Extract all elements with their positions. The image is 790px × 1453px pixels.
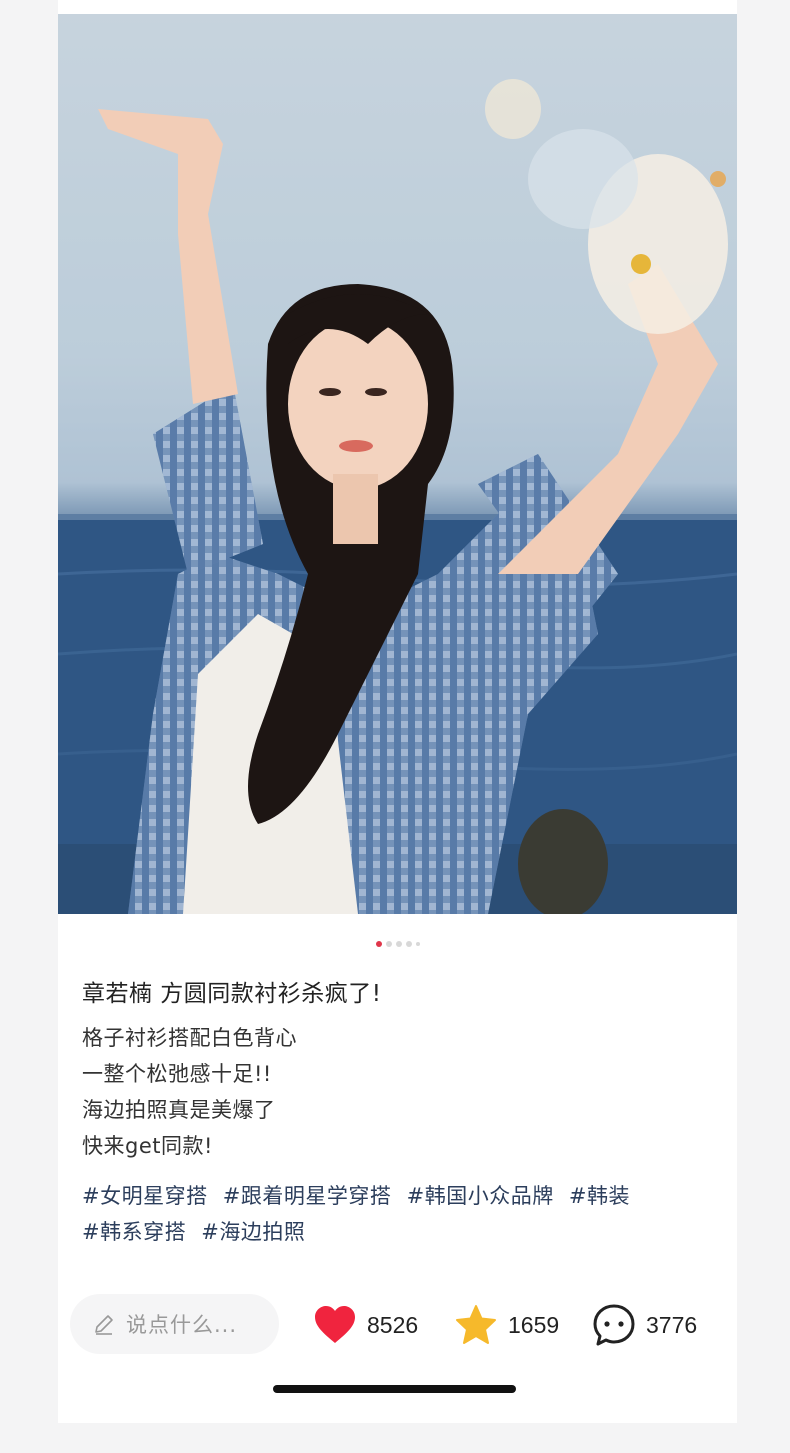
hashtag-link[interactable]: #女明星穿搭 [82, 1184, 208, 1208]
hashtag-link[interactable]: #韩国小众品牌 [407, 1184, 554, 1208]
like-button[interactable]: 8526 [313, 1300, 418, 1350]
pager-dot-active [375, 941, 382, 947]
star-icon [456, 1305, 496, 1344]
heart-icon [315, 1306, 355, 1343]
comment-placeholder: 说点什么... [126, 1313, 238, 1337]
comment-button[interactable]: 3776 [592, 1300, 697, 1350]
hashtag-link[interactable]: #跟着明星学穿搭 [223, 1184, 392, 1208]
hashtag-link[interactable]: #韩系穿搭 [82, 1220, 186, 1244]
description-line: 海边拍照真是美爆了 [82, 1098, 276, 1122]
comment-icon [593, 1304, 635, 1346]
description-line: 格子衬衫搭配白色背心 [82, 1026, 297, 1050]
hashtag-link[interactable]: #韩装 [569, 1184, 630, 1208]
description-line: 一整个松弛感十足!! [82, 1062, 272, 1086]
post-description: 格子衬衫搭配白色背心 一整个松弛感十足!! 海边拍照真是美爆了 快来get同款! [82, 1020, 722, 1164]
pencil-icon [95, 1315, 113, 1335]
post-photo[interactable] [58, 14, 737, 914]
favorite-count: 1659 [508, 1311, 560, 1338]
comment-count: 3776 [646, 1311, 698, 1338]
pager-dot [405, 941, 412, 947]
hashtag-list: #女明星穿搭 #跟着明星学穿搭 #韩国小众品牌 #韩装 #韩系穿搭 #海边拍照 [82, 1178, 722, 1250]
pager-dot [385, 941, 392, 947]
pager-dot [415, 942, 420, 946]
description-line: 快来get同款! [82, 1134, 213, 1158]
home-indicator[interactable] [273, 1385, 516, 1393]
pager-dot [395, 941, 402, 947]
post-card: 章若楠 方圆同款衬衫杀疯了! 格子衬衫搭配白色背心 一整个松弛感十足!! 海边拍… [58, 0, 737, 1423]
comment-input[interactable]: 说点什么... [70, 1294, 279, 1354]
like-count: 8526 [367, 1311, 419, 1338]
favorite-button[interactable]: 1659 [454, 1300, 559, 1350]
photo-illustration [58, 14, 737, 914]
post-title: 章若楠 方圆同款衬衫杀疯了! [82, 981, 382, 1007]
image-pager-dots [58, 941, 737, 947]
engagement-bar: 说点什么... 8526 1659 3776 [58, 1290, 737, 1360]
hashtag-link[interactable]: #海边拍照 [201, 1220, 305, 1244]
